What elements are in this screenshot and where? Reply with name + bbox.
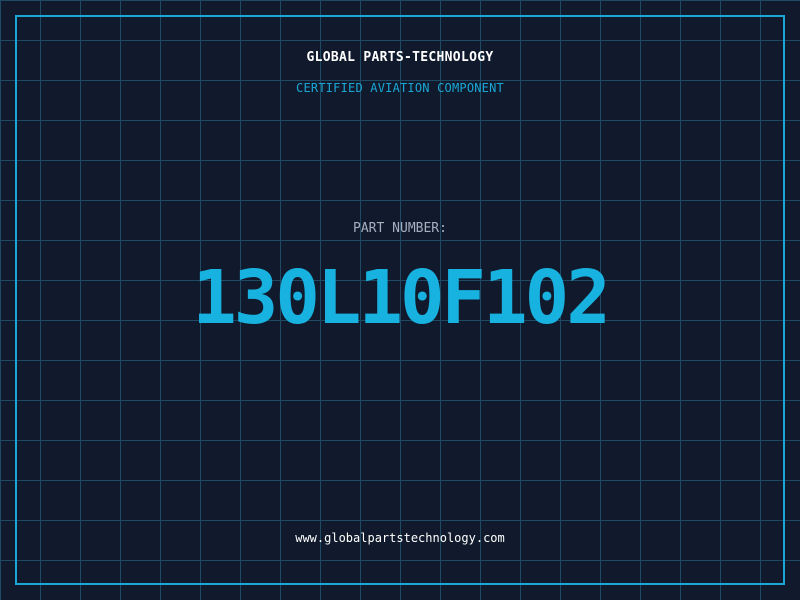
part-number-value: 130L10F102 (192, 255, 611, 341)
tagline: CERTIFIED AVIATION COMPONENT (296, 81, 504, 95)
company-name: GLOBAL PARTS-TECHNOLOGY (306, 50, 494, 65)
part-label-card: GLOBAL PARTS-TECHNOLOGY CERTIFIED AVIATI… (0, 0, 800, 600)
part-number-label: PART NUMBER: (353, 221, 447, 236)
website-url: www.globalpartstechnology.com (295, 531, 505, 545)
